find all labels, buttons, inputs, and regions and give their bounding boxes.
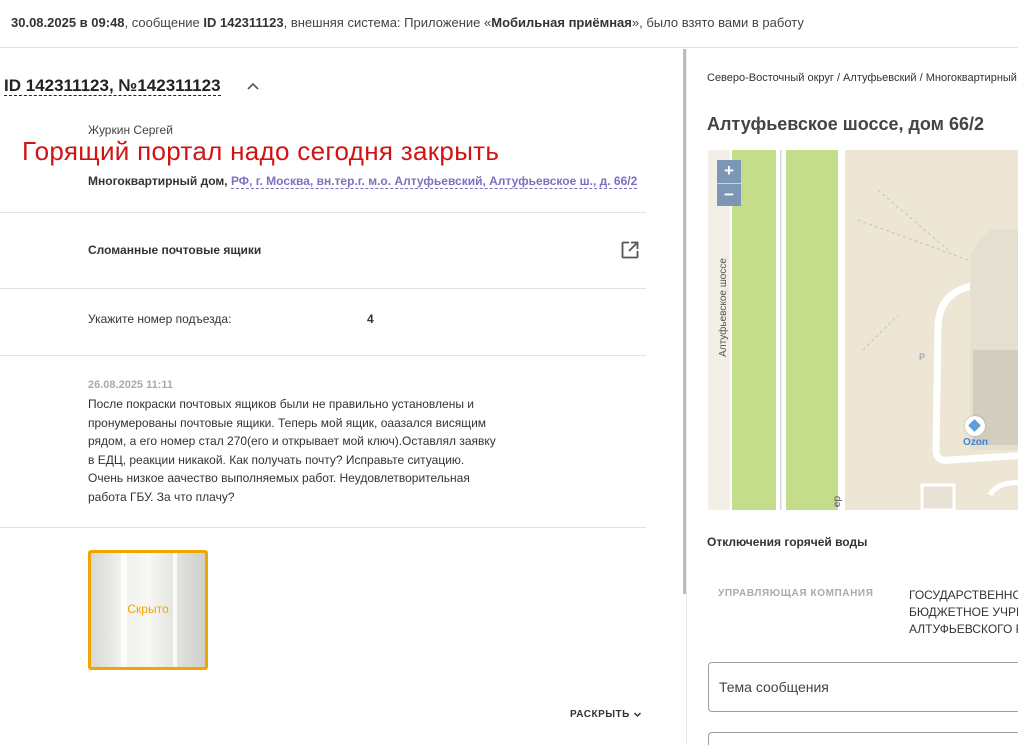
- author-name: Журкин Сергей: [88, 123, 173, 137]
- subject-input[interactable]: [708, 662, 1018, 712]
- management-company-value: ГОСУДАРСТВЕННОЕ БЮДЖЕТНОЕ УЧРЕЖДЕНИЕ АЛТ…: [909, 588, 1018, 636]
- message-text: После покраски почтовых ящиков были не п…: [88, 397, 496, 504]
- zoom-in-button[interactable]: +: [717, 160, 741, 183]
- notice-id: ID 142311123: [203, 15, 284, 30]
- notice-text-1: , сообщение: [124, 15, 204, 30]
- road-label: Алтуфьевское шоссе: [717, 258, 729, 357]
- notice-text-2: , внешняя система: Приложение «: [283, 15, 492, 30]
- notice-datetime: 30.08.2025 в 09:48: [11, 15, 125, 30]
- divider: [0, 212, 646, 213]
- entrance-value: 4: [367, 312, 374, 326]
- breadcrumb: Северо-Восточный округ / Алтуфьевский / …: [707, 72, 1018, 84]
- hot-water-outage-title: Отключения горячей воды: [707, 535, 868, 549]
- address-link[interactable]: РФ, г. Москва, вн.тер.г. м.о. Алтуфьевск…: [230, 174, 638, 189]
- expand-label: РАСКРЫТЬ: [570, 709, 630, 720]
- map-zoom-controls: + −: [717, 160, 741, 206]
- zoom-out-button[interactable]: −: [717, 183, 741, 206]
- divider: [0, 288, 646, 289]
- parking-label: P: [919, 352, 926, 362]
- management-company-label: УПРАВЛЯЮЩАЯ КОМПАНИЯ: [718, 588, 874, 599]
- diamond-icon: [968, 419, 981, 432]
- ticket-title[interactable]: ID 142311123, №142311123: [4, 76, 221, 96]
- chevron-down-icon: [634, 712, 642, 717]
- location-map[interactable]: + − Алтуфьевское шоссе P Ozon ер: [708, 150, 1018, 510]
- object-panel: Северо-Восточный округ / Алтуфьевский / …: [687, 49, 1018, 745]
- notice-system: Мобильная приёмная: [491, 15, 632, 30]
- notice-text-3: », было взято вами в работу: [631, 15, 804, 30]
- attachment-thumbnail[interactable]: Скрыто: [88, 550, 208, 670]
- map-canvas: [708, 150, 1018, 510]
- poi-marker-icon[interactable]: [965, 416, 985, 436]
- address-title: Алтуфьевское шоссе, дом 66/2: [707, 114, 985, 134]
- poi-label: Ozon: [963, 437, 988, 448]
- message-date: 26.08.2025 11:11: [88, 379, 174, 391]
- attachment-hidden-label: Скрыто: [127, 602, 169, 616]
- work-notice: 30.08.2025 в 09:48, сообщение ID 1423111…: [0, 0, 1018, 48]
- street-cut-label: ер: [832, 495, 844, 508]
- message-field[interactable]: [708, 732, 1018, 745]
- urgent-banner: Горящий портал надо сегодня закрыть: [22, 136, 500, 166]
- problem-category: Сломанные почтовые ящики: [88, 243, 262, 257]
- expand-button[interactable]: РАСКРЫТЬ: [570, 709, 642, 720]
- divider: [0, 527, 646, 528]
- object-type: Многоквартирный дом,: [88, 174, 228, 188]
- open-external-icon[interactable]: [620, 240, 640, 260]
- object-address: Многоквартирный дом, РФ, г. Москва, вн.т…: [88, 174, 638, 189]
- chevron-up-icon[interactable]: [246, 79, 260, 93]
- entrance-label: Укажите номер подъезда:: [88, 312, 232, 326]
- divider: [0, 355, 646, 356]
- ticket-panel: ID 142311123, №142311123 Журкин Сергей Г…: [0, 49, 684, 745]
